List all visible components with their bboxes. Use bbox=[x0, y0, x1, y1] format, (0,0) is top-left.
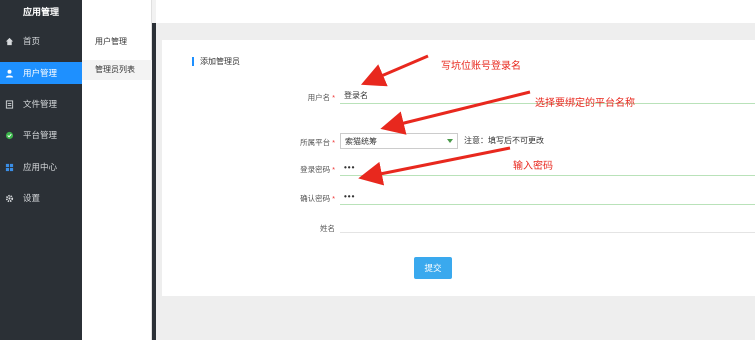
sidebar-item-file-management[interactable]: 文件管理 bbox=[0, 93, 82, 115]
title-accent-bar bbox=[192, 57, 194, 66]
user-icon bbox=[4, 68, 14, 78]
form-title: 添加管理员 bbox=[192, 56, 240, 67]
name-label: 姓名 bbox=[320, 224, 335, 233]
confirm-password-input[interactable]: ••• bbox=[340, 189, 755, 205]
platform-label: 所属平台 * bbox=[300, 138, 335, 147]
home-icon bbox=[4, 36, 14, 46]
sidebar: 应用管理 首页 用户管理 文件管理 平台管理 应用中心 设置 bbox=[0, 0, 82, 340]
password-label: 登录密码 * bbox=[300, 165, 335, 174]
file-icon bbox=[4, 99, 14, 109]
sub-navigation: 用户管理 管理员列表 bbox=[82, 0, 152, 340]
name-input[interactable] bbox=[340, 217, 755, 233]
annotation-username: 写坑位账号登录名 bbox=[441, 61, 521, 72]
sidebar-item-platform-management[interactable]: 平台管理 bbox=[0, 124, 82, 146]
sidebar-item-label: 设置 bbox=[23, 193, 41, 203]
chevron-down-icon bbox=[447, 139, 453, 143]
annotation-password: 输入密码 bbox=[513, 161, 553, 172]
platform-select-value: 索猫统筹 bbox=[345, 136, 377, 146]
sidebar-item-home[interactable]: 首页 bbox=[0, 30, 82, 52]
sidebar-item-label: 文件管理 bbox=[23, 99, 58, 109]
confirm-password-label: 确认密码 * bbox=[300, 194, 335, 203]
form-panel: 添加管理员 用户名 * 登录名 所属平台 * 索猫统筹 注意：填写后不可更改 登录密… bbox=[162, 40, 755, 296]
platform-select[interactable]: 索猫统筹 bbox=[340, 133, 458, 149]
subnav-title: 用户管理 bbox=[95, 37, 127, 46]
top-bar bbox=[156, 0, 755, 23]
sidebar-item-user-management[interactable]: 用户管理 bbox=[0, 62, 82, 84]
platform-hint: 注意：填写后不可更改 bbox=[464, 136, 544, 145]
gear-icon bbox=[4, 193, 14, 203]
sidebar-item-settings[interactable]: 设置 bbox=[0, 187, 82, 209]
sidebar-item-label: 平台管理 bbox=[23, 130, 58, 140]
app-title: 应用管理 bbox=[22, 7, 59, 17]
username-label: 用户名 * bbox=[307, 93, 335, 102]
platform-icon bbox=[4, 130, 14, 140]
sidebar-item-label: 应用中心 bbox=[23, 162, 58, 172]
grid-icon bbox=[4, 162, 14, 172]
subnav-item-admin-list[interactable]: 管理员列表 bbox=[82, 60, 152, 80]
submit-button[interactable]: 提交 bbox=[414, 257, 452, 279]
sidebar-item-label: 首页 bbox=[23, 36, 41, 46]
sidebar-item-label: 用户管理 bbox=[23, 68, 58, 78]
form-title-text: 添加管理员 bbox=[200, 57, 240, 66]
annotation-platform: 选择要绑定的平台名称 bbox=[535, 98, 635, 109]
sidebar-item-app-center[interactable]: 应用中心 bbox=[0, 156, 82, 178]
